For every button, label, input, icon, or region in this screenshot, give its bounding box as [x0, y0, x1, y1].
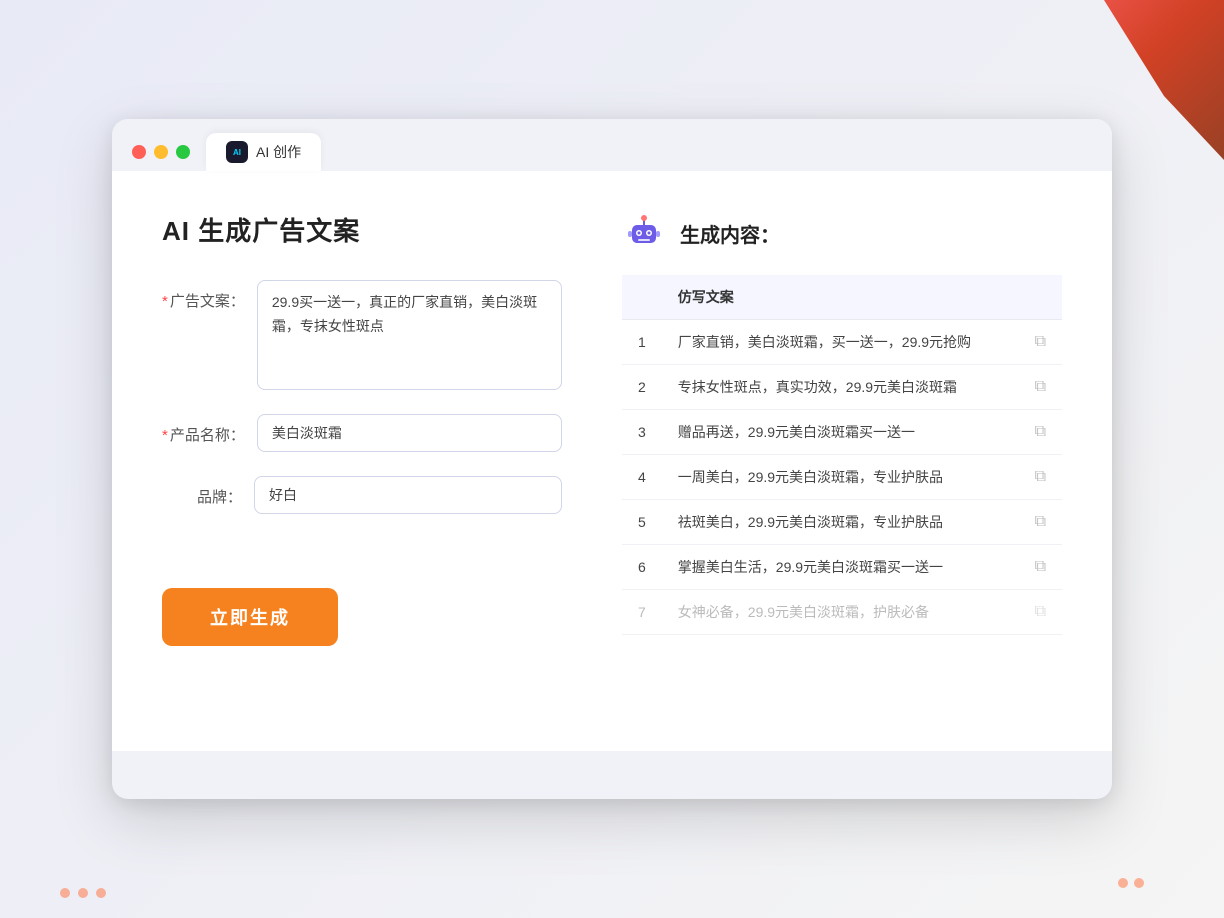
brand-row: 品牌： — [162, 476, 562, 514]
product-name-input[interactable] — [257, 414, 562, 452]
browser-window: AI 创作 AI 生成广告文案 *广告文案： 29.9买一送一，真正的厂家直销，… — [112, 119, 1112, 799]
bg-decoration-bottom-right — [1118, 878, 1144, 888]
left-panel: AI 生成广告文案 *广告文案： 29.9买一送一，真正的厂家直销，美白淡斑霜，… — [162, 211, 562, 711]
result-text: 女神必备，29.9元美白淡斑霜，护肤必备 — [662, 590, 1019, 635]
copy-button[interactable]: ⧉ — [1019, 320, 1062, 365]
title-bar: AI 创作 — [112, 119, 1112, 171]
table-row: 6掌握美白生活，29.9元美白淡斑霜买一送一⧉ — [622, 545, 1062, 590]
result-text: 赠品再送，29.9元美白淡斑霜买一送一 — [662, 410, 1019, 455]
result-number: 5 — [622, 500, 662, 545]
copy-button[interactable]: ⧉ — [1019, 545, 1062, 590]
result-header: 生成内容： — [622, 211, 1062, 255]
result-number: 3 — [622, 410, 662, 455]
generate-button[interactable]: 立即生成 — [162, 588, 338, 646]
page-title: AI 生成广告文案 — [162, 211, 562, 248]
copy-button[interactable]: ⧉ — [1019, 590, 1062, 635]
product-name-label: *产品名称： — [162, 414, 245, 445]
result-number: 2 — [622, 365, 662, 410]
bg-decoration-bottom-left — [60, 888, 106, 898]
ai-tab-icon — [226, 141, 248, 163]
result-number: 6 — [622, 545, 662, 590]
tab-label: AI 创作 — [256, 142, 301, 162]
required-star: * — [162, 293, 168, 310]
ad-copy-row: *广告文案： 29.9买一送一，真正的厂家直销，美白淡斑霜，专抹女性斑点 — [162, 280, 562, 390]
table-header-row: 仿写文案 — [622, 275, 1062, 320]
table-row: 2专抹女性斑点，真实功效，29.9元美白淡斑霜⧉ — [622, 365, 1062, 410]
col-num-header — [622, 275, 662, 320]
result-text: 专抹女性斑点，真实功效，29.9元美白淡斑霜 — [662, 365, 1019, 410]
copy-button[interactable]: ⧉ — [1019, 500, 1062, 545]
ad-copy-input[interactable]: 29.9买一送一，真正的厂家直销，美白淡斑霜，专抹女性斑点 — [257, 280, 562, 390]
result-title: 生成内容： — [680, 219, 780, 248]
content-area: AI 生成广告文案 *广告文案： 29.9买一送一，真正的厂家直销，美白淡斑霜，… — [112, 171, 1112, 751]
result-number: 7 — [622, 590, 662, 635]
copy-button[interactable]: ⧉ — [1019, 365, 1062, 410]
result-number: 1 — [622, 320, 662, 365]
result-text: 一周美白，29.9元美白淡斑霜，专业护肤品 — [662, 455, 1019, 500]
traffic-lights — [132, 145, 190, 159]
table-row: 7女神必备，29.9元美白淡斑霜，护肤必备⧉ — [622, 590, 1062, 635]
maximize-button[interactable] — [176, 145, 190, 159]
table-row: 3赠品再送，29.9元美白淡斑霜买一送一⧉ — [622, 410, 1062, 455]
right-panel: 生成内容： 仿写文案 1厂家直销，美白淡斑霜，买一送一，29.9元抢购⧉2专抹女… — [622, 211, 1062, 711]
brand-input[interactable] — [254, 476, 562, 514]
result-text: 厂家直销，美白淡斑霜，买一送一，29.9元抢购 — [662, 320, 1019, 365]
brand-label: 品牌： — [162, 476, 242, 507]
product-name-row: *产品名称： — [162, 414, 562, 452]
results-table: 仿写文案 1厂家直销，美白淡斑霜，买一送一，29.9元抢购⧉2专抹女性斑点，真实… — [622, 275, 1062, 635]
result-number: 4 — [622, 455, 662, 500]
copy-button[interactable]: ⧉ — [1019, 455, 1062, 500]
col-text-header: 仿写文案 — [662, 275, 1019, 320]
robot-icon — [622, 211, 666, 255]
table-row: 1厂家直销，美白淡斑霜，买一送一，29.9元抢购⧉ — [622, 320, 1062, 365]
table-row: 5祛斑美白，29.9元美白淡斑霜，专业护肤品⧉ — [622, 500, 1062, 545]
ad-copy-label: *广告文案： — [162, 280, 245, 311]
required-star-2: * — [162, 427, 168, 444]
table-row: 4一周美白，29.9元美白淡斑霜，专业护肤品⧉ — [622, 455, 1062, 500]
copy-button[interactable]: ⧉ — [1019, 410, 1062, 455]
result-text: 祛斑美白，29.9元美白淡斑霜，专业护肤品 — [662, 500, 1019, 545]
minimize-button[interactable] — [154, 145, 168, 159]
close-button[interactable] — [132, 145, 146, 159]
active-tab[interactable]: AI 创作 — [206, 133, 321, 171]
result-text: 掌握美白生活，29.9元美白淡斑霜买一送一 — [662, 545, 1019, 590]
col-action-header — [1019, 275, 1062, 320]
